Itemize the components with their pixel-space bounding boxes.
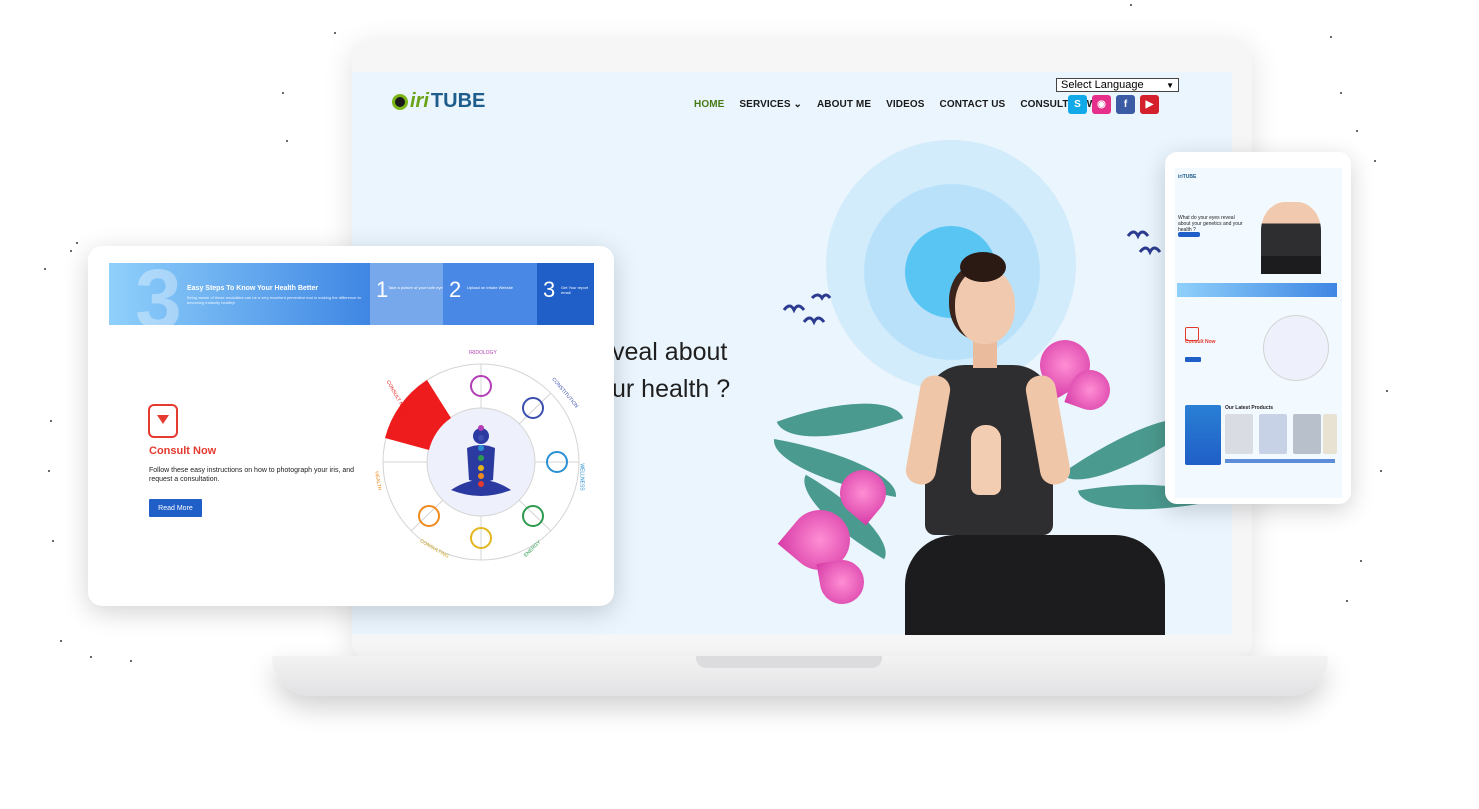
- consult-now-description: Follow these easy instructions on how to…: [149, 467, 355, 483]
- steps-banner: 3 Easy Steps To Know Your Health Better …: [109, 263, 594, 325]
- step-3-label: Get Your report email: [561, 285, 589, 295]
- consult-now-title: Consult Now: [149, 445, 217, 457]
- phone-logo: iriTUBE: [1178, 174, 1197, 180]
- nav-home[interactable]: HOME: [694, 99, 724, 110]
- chevron-down-icon: ⌄: [793, 99, 802, 110]
- eye-logo-icon: [392, 93, 408, 110]
- steps-banner-description: Being aware of these modalities can be a…: [187, 295, 361, 305]
- nav-videos[interactable]: VIDEOS: [886, 99, 924, 110]
- nav-about[interactable]: ABOUT ME: [817, 99, 871, 110]
- step-3: 3 Get Your report email: [537, 263, 594, 325]
- steps-banner-main: 3 Easy Steps To Know Your Health Better …: [109, 263, 370, 325]
- read-more-button[interactable]: Read More: [149, 499, 202, 517]
- phone-preview: iriTUBE What do your eyes reveal about y…: [1165, 152, 1351, 504]
- instagram-icon[interactable]: ◉: [1092, 95, 1111, 114]
- phone-chakra-wheel: [1263, 315, 1329, 381]
- phone-product-card[interactable]: [1323, 414, 1337, 454]
- hero-yoga-image: [903, 250, 1165, 635]
- root-chakra-icon: [148, 404, 178, 438]
- wheel-label-wellness: WELLNESS: [578, 463, 585, 491]
- logo-text-tube: TUBE: [430, 90, 486, 112]
- phone-hero-image: [1261, 202, 1321, 274]
- tablet-preview: 3 Easy Steps To Know Your Health Better …: [88, 246, 614, 606]
- phone-product-card[interactable]: [1225, 414, 1253, 454]
- skype-icon[interactable]: S: [1068, 95, 1087, 114]
- phone-hero-text: What do your eyes reveal about your gene…: [1178, 215, 1243, 233]
- wheel-label-iridology: IRIDOLOGY: [469, 350, 497, 356]
- chakra-wheel: [382, 363, 580, 561]
- logo-text-iri: iri: [410, 90, 429, 112]
- phone-product-card[interactable]: [1259, 414, 1287, 454]
- step-2-label: Upload on Iritube Website: [467, 285, 513, 290]
- hero-line-2: ur health ?: [612, 375, 731, 403]
- language-select-value: Select Language: [1061, 79, 1144, 91]
- site-logo[interactable]: iri TUBE: [392, 90, 485, 113]
- facebook-icon[interactable]: f: [1116, 95, 1135, 114]
- phone-read-more-button[interactable]: [1185, 357, 1201, 362]
- main-nav: HOME SERVICES ⌄ ABOUT ME VIDEOS CONTACT …: [694, 99, 1096, 110]
- phone-products-banner: [1185, 405, 1221, 465]
- language-select[interactable]: Select Language ▼: [1056, 78, 1179, 92]
- hero-line-1: veal about: [612, 338, 728, 366]
- youtube-icon[interactable]: ▶: [1140, 95, 1159, 114]
- phone-hero-button[interactable]: [1178, 232, 1200, 237]
- nav-services[interactable]: SERVICES ⌄: [739, 99, 802, 110]
- steps-big-number: 3: [135, 263, 182, 325]
- step-2: 2 Upload on Iritube Website: [443, 263, 537, 325]
- steps-banner-title: Easy Steps To Know Your Health Better: [187, 285, 319, 292]
- step-2-number: 2: [449, 277, 462, 302]
- chevron-down-icon: ▼: [1166, 80, 1174, 90]
- nav-services-label: SERVICES: [739, 99, 791, 110]
- step-3-number: 3: [543, 277, 556, 302]
- phone-product-buttons: [1225, 459, 1335, 463]
- phone-steps-banner: [1177, 283, 1337, 297]
- phone-product-card[interactable]: [1293, 414, 1321, 454]
- nav-contact[interactable]: CONTACT US: [940, 99, 1006, 110]
- phone-products-title: Our Latest Products: [1225, 405, 1274, 411]
- phone-consult-title: Consult Now: [1185, 339, 1216, 345]
- step-1: 1 Take a picture of your both eyes: [370, 263, 445, 325]
- laptop-notch: [696, 656, 882, 668]
- hero-headline: veal about ur health ?: [612, 334, 730, 408]
- step-1-number: 1: [376, 277, 389, 302]
- social-links: S ◉ f ▶: [1068, 95, 1159, 114]
- step-1-label: Take a picture of your both eyes: [388, 285, 445, 290]
